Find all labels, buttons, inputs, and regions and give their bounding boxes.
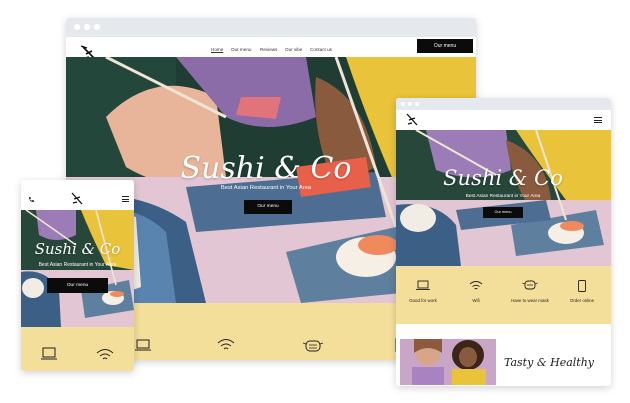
nav-contact-us[interactable]: Contact us — [310, 47, 332, 52]
feature-label: Have to wear mask — [511, 298, 549, 303]
window-dot — [408, 102, 412, 106]
feature-label: Good for work — [409, 298, 437, 303]
mobile-mockup: Sushi & Co Best Asian Restaurant in Your… — [21, 180, 134, 371]
phone-icon[interactable] — [28, 196, 35, 203]
feature-item: Have to wear mask — [504, 280, 556, 310]
hamburger-menu-icon[interactable] — [122, 196, 129, 204]
nav-our-vibe[interactable]: Our vibe — [285, 47, 302, 52]
mobile-hero-image: Sushi & Co Best Asian Restaurant in Your… — [21, 210, 134, 327]
mobile-hero-title: Sushi & Co — [34, 240, 121, 258]
tablet-hero-image: Sushi & Co Best Asian Restaurant in Your… — [396, 130, 611, 266]
logo-icon[interactable] — [405, 113, 419, 126]
tablet-promo-section: Tasty & Healthy — [396, 324, 611, 386]
hero-menu-button[interactable]: Our menu — [244, 200, 292, 214]
wifi-icon — [217, 339, 235, 350]
feature-label: Order online — [569, 298, 595, 303]
tablet-hero-title: Sushi & Co — [443, 166, 563, 190]
promo-photo — [400, 339, 496, 385]
nav-home[interactable]: Home — [211, 47, 223, 52]
logo-icon[interactable] — [70, 192, 84, 205]
hamburger-menu-icon[interactable] — [594, 117, 602, 125]
laptop-icon — [41, 347, 57, 360]
phone-order-icon — [578, 280, 586, 292]
hero-title: Sushi & Co — [180, 151, 352, 186]
feature-label: Wifi — [472, 298, 480, 303]
mobile-feature-band — [21, 327, 134, 371]
browser-chrome — [66, 18, 476, 37]
nav-our-menu[interactable]: Our menu — [231, 47, 251, 52]
window-dot — [94, 24, 100, 30]
tablet-mockup: Sushi & Co Best Asian Restaurant in Your… — [396, 98, 611, 386]
tablet-hero-menu-button[interactable]: Our menu — [483, 207, 523, 218]
hero-photo — [21, 210, 134, 327]
tablet-feature-band: Good for work Wifi Have to wear mask Ord… — [396, 266, 611, 324]
tablet-header — [396, 110, 611, 130]
feature-item: Wifi — [452, 280, 500, 310]
mobile-hero-menu-button[interactable]: Our menu — [47, 278, 108, 293]
promo-title: Tasty & Healthy — [504, 356, 595, 369]
header-menu-button[interactable]: Our menu — [417, 39, 473, 53]
mask-icon — [302, 340, 324, 352]
feature-item: Good for work — [399, 280, 447, 310]
wifi-icon — [96, 349, 114, 360]
laptop-icon — [416, 280, 430, 290]
window-dot — [74, 24, 80, 30]
mobile-header — [21, 180, 134, 214]
laptop-icon — [135, 339, 151, 351]
nav-reviews[interactable]: Reviews — [260, 47, 277, 52]
mobile-hero-subtitle: Best Asian Restaurant in Your Area — [38, 262, 117, 268]
feature-item: Order online — [558, 280, 606, 310]
browser-chrome — [396, 98, 611, 110]
hero-subtitle: Best Asian Restaurant in Your Area — [220, 185, 312, 191]
wifi-icon — [469, 281, 483, 290]
window-dot — [84, 24, 90, 30]
tablet-hero-subtitle: Best Asian Restaurant in Your Area — [465, 194, 541, 199]
mask-icon — [522, 280, 538, 290]
window-dot — [415, 102, 419, 106]
window-dot — [401, 102, 405, 106]
